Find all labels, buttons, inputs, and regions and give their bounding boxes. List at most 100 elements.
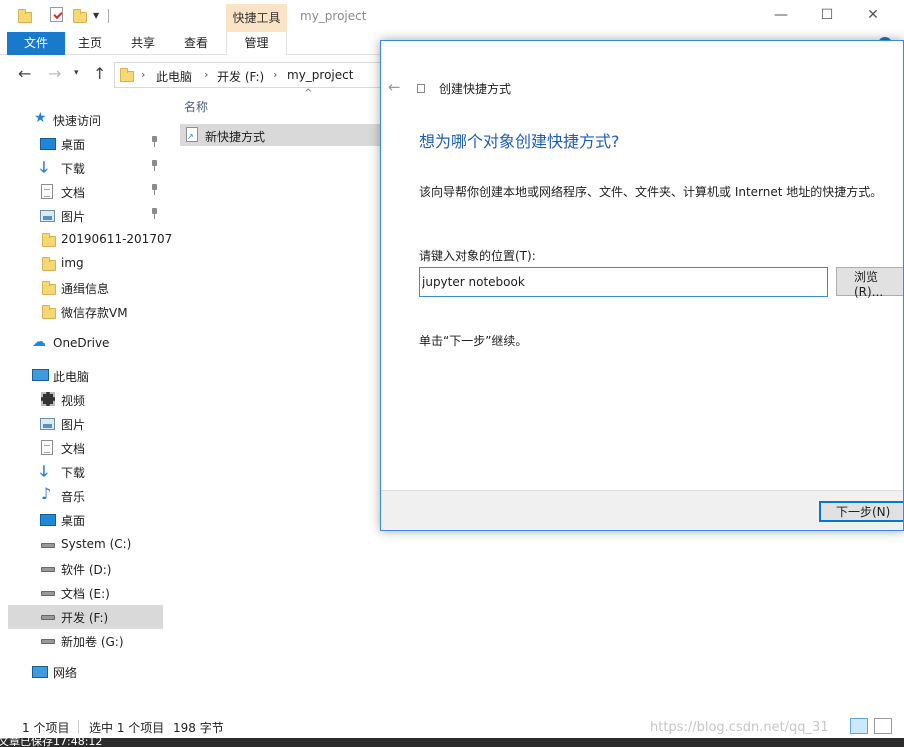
sidebar-item-downloads[interactable]: 🡓 下载 bbox=[8, 156, 163, 180]
drive-icon bbox=[41, 591, 55, 596]
properties-icon[interactable] bbox=[50, 7, 63, 22]
sidebar-item-pc-downloads[interactable]: 🡓 下载 bbox=[8, 460, 163, 484]
sidebar-item-folder-img[interactable]: img bbox=[8, 252, 163, 276]
item-count: 1 个项目 bbox=[22, 721, 70, 735]
pin-icon[interactable] bbox=[149, 136, 159, 148]
status-separator bbox=[78, 720, 79, 734]
folder-icon bbox=[18, 8, 32, 23]
sidebar-item-videos[interactable]: 视频 bbox=[8, 388, 163, 412]
sidebar-item-label: 图片 bbox=[61, 418, 86, 432]
shortcut-icon bbox=[417, 84, 425, 93]
file-list: ^ 名称 新快捷方式 bbox=[166, 88, 380, 710]
tab-manage[interactable]: 管理 bbox=[226, 32, 287, 55]
desktop-icon bbox=[40, 514, 56, 526]
back-arrow-icon[interactable]: ← bbox=[18, 64, 31, 83]
download-icon: 🡓 bbox=[40, 158, 48, 176]
address-bar[interactable]: › 此电脑 › 开发 (F:) › my_project bbox=[114, 62, 380, 88]
back-arrow-icon[interactable]: ← bbox=[388, 78, 401, 96]
sidebar-item-label: 新加卷 (G:) bbox=[61, 635, 124, 649]
document-icon bbox=[41, 184, 53, 199]
sidebar-item-folder-wanted[interactable]: 通缉信息 bbox=[8, 276, 163, 300]
drive-icon bbox=[41, 615, 55, 620]
saved-notice: 文章已保存17:48:12 bbox=[0, 738, 103, 747]
watermark-text: https://blog.csdn.net/qq_31 bbox=[650, 720, 829, 735]
bottom-strip: 文章已保存17:48:12 bbox=[0, 738, 904, 747]
browse-button[interactable]: 浏览(R)... bbox=[836, 267, 903, 299]
sidebar-item-folder-wechat[interactable]: 微信存款VM bbox=[8, 300, 163, 324]
sidebar-item-music[interactable]: ♪ 音乐 bbox=[8, 484, 163, 508]
shortcut-file-icon bbox=[186, 127, 198, 142]
folder-icon bbox=[42, 281, 56, 295]
sidebar-item-label: 开发 (F:) bbox=[61, 611, 109, 625]
breadcrumb-drive-f[interactable]: 开发 (F:) bbox=[217, 68, 264, 85]
up-arrow-icon[interactable]: ↑ bbox=[93, 64, 106, 83]
network-icon bbox=[32, 666, 48, 678]
dialog-title: 创建快捷方式 bbox=[439, 82, 512, 96]
pin-icon[interactable] bbox=[149, 208, 159, 220]
location-label: 请键入对象的位置(T): bbox=[419, 249, 536, 263]
tab-share[interactable]: 共享 bbox=[118, 32, 168, 55]
selected-size: 198 字节 bbox=[173, 721, 224, 735]
sidebar-item-this-pc[interactable]: 此电脑 bbox=[8, 364, 163, 388]
next-button[interactable]: 下一步(N) bbox=[819, 501, 903, 522]
tab-home[interactable]: 主页 bbox=[66, 32, 114, 55]
tab-view[interactable]: 查看 bbox=[170, 32, 222, 55]
sidebar-item-label: 图片 bbox=[61, 210, 86, 224]
drive-icon bbox=[41, 639, 55, 644]
sidebar-item-quick-access[interactable]: ★ 快速访问 bbox=[8, 108, 163, 132]
sidebar-item-network[interactable]: 网络 bbox=[8, 660, 163, 684]
details-view-icon[interactable] bbox=[850, 718, 868, 734]
video-icon bbox=[41, 392, 55, 406]
file-name: 新快捷方式 bbox=[205, 130, 266, 144]
tab-file[interactable]: 文件 bbox=[7, 32, 65, 55]
breadcrumb-this-pc[interactable]: 此电脑 bbox=[156, 68, 192, 85]
sidebar-item-pictures[interactable]: 图片 bbox=[8, 204, 163, 228]
folder-icon bbox=[120, 68, 134, 82]
column-header-name[interactable]: 名称 bbox=[184, 98, 208, 115]
quick-access-dropdown-icon[interactable]: ▼ bbox=[93, 11, 99, 20]
sidebar-item-label: 下载 bbox=[61, 162, 86, 176]
sidebar-item-pc-documents[interactable]: 文档 bbox=[8, 436, 163, 460]
location-input[interactable] bbox=[419, 267, 828, 297]
selected-count: 选中 1 个项目 bbox=[89, 721, 165, 735]
close-button[interactable]: ✕ bbox=[850, 0, 896, 30]
contextual-tab-group-label: 快捷工具 bbox=[226, 4, 287, 32]
sidebar-item-label: 快速访问 bbox=[53, 114, 102, 128]
folder-icon bbox=[42, 305, 56, 319]
sidebar-item-label: 音乐 bbox=[61, 490, 86, 504]
sidebar-item-folder-20190611[interactable]: 20190611-201707 bbox=[8, 228, 172, 252]
sidebar-item-drive-f[interactable]: 开发 (F:) bbox=[8, 605, 163, 629]
drive-icon bbox=[41, 543, 55, 548]
sidebar-item-documents[interactable]: 文档 bbox=[8, 180, 163, 204]
sidebar-item-label: 软件 (D:) bbox=[61, 563, 112, 577]
new-folder-icon[interactable] bbox=[73, 8, 87, 23]
maximize-button[interactable]: ☐ bbox=[804, 0, 850, 30]
sidebar-item-pc-pictures[interactable]: 图片 bbox=[8, 412, 163, 436]
sidebar-item-drive-e[interactable]: 文档 (E:) bbox=[8, 581, 163, 605]
sidebar-item-label: 微信存款VM bbox=[61, 306, 128, 320]
breadcrumb-separator: › bbox=[273, 68, 278, 81]
pin-icon[interactable] bbox=[149, 160, 159, 172]
create-shortcut-dialog: ← 创建快捷方式 想为哪个对象创建快捷方式? 该向导帮你创建本地或网络程序、文件… bbox=[380, 40, 904, 531]
sidebar-item-desktop[interactable]: 桌面 bbox=[8, 132, 163, 156]
pin-icon[interactable] bbox=[149, 184, 159, 196]
sidebar-item-drive-g[interactable]: 新加卷 (G:) bbox=[8, 629, 163, 653]
toolbar-separator bbox=[108, 9, 109, 23]
breadcrumb-separator: › bbox=[204, 68, 209, 81]
large-icons-view-icon[interactable] bbox=[874, 718, 892, 734]
sidebar-item-label: OneDrive bbox=[53, 336, 110, 350]
sidebar-item-drive-c[interactable]: System (C:) bbox=[8, 533, 163, 557]
sidebar-item-label: 文档 bbox=[61, 186, 86, 200]
sidebar-item-onedrive[interactable]: ☁ OneDrive bbox=[8, 332, 163, 356]
sidebar-item-drive-d[interactable]: 软件 (D:) bbox=[8, 557, 163, 581]
folder-icon bbox=[42, 233, 56, 247]
sidebar-item-label: System (C:) bbox=[61, 537, 132, 551]
forward-arrow-icon[interactable]: → bbox=[48, 64, 61, 83]
minimize-button[interactable]: — bbox=[758, 0, 804, 30]
sidebar-item-pc-desktop[interactable]: 桌面 bbox=[8, 508, 163, 532]
breadcrumb-my-project[interactable]: my_project bbox=[287, 68, 353, 82]
pictures-icon bbox=[40, 210, 55, 222]
list-item[interactable]: 新快捷方式 bbox=[180, 124, 380, 146]
dropdown-chevron-icon[interactable]: ▾ bbox=[74, 68, 79, 78]
sidebar-item-label: 文档 (E:) bbox=[61, 587, 110, 601]
